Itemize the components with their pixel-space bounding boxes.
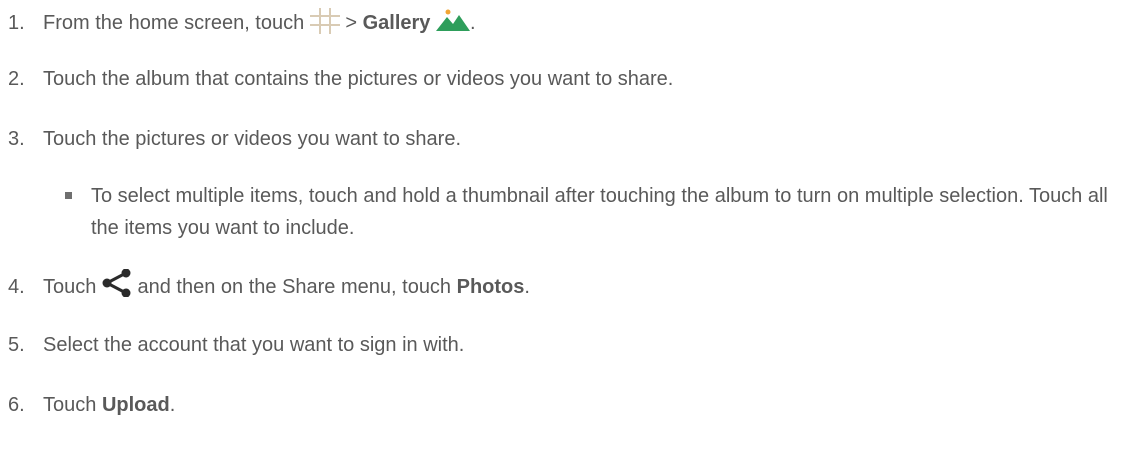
- step-text-end: .: [469, 12, 476, 34]
- step-number: 3.: [8, 128, 25, 150]
- step-3: 3. Touch the pictures or videos you want …: [8, 124, 461, 154]
- step-text: Touch the pictures or videos you want to…: [43, 128, 462, 150]
- step-5: 5. Select the account that you want to si…: [8, 330, 464, 360]
- apps-grid-icon: [309, 7, 340, 34]
- step-4: 4. Touch and then on the Share menu, touc…: [8, 268, 530, 302]
- step-text-mid: and then on the Share menu, touch: [131, 276, 457, 298]
- step-number: 2.: [8, 68, 25, 90]
- bullet-icon: [65, 192, 72, 199]
- step-number: 5.: [8, 334, 25, 356]
- step-number: 1.: [8, 12, 25, 34]
- step-2: 2. Touch the album that contains the pict…: [8, 64, 673, 94]
- step-1: 1. From the home screen, touch > Gallery …: [8, 7, 476, 38]
- substep: To select multiple items, touch and hold…: [65, 180, 1135, 244]
- step-text-end: .: [524, 276, 530, 298]
- step-text: Touch: [43, 394, 102, 416]
- separator: >: [339, 12, 363, 34]
- step-text: From the home screen, touch: [43, 12, 310, 34]
- upload-label: Upload: [101, 394, 170, 416]
- step-text: Touch: [43, 276, 102, 298]
- substep-text: To select multiple items, touch and hold…: [91, 185, 1108, 239]
- gallery-label: Gallery: [362, 12, 431, 34]
- photos-label: Photos: [456, 276, 525, 298]
- share-icon: [102, 268, 132, 297]
- gallery-icon: [435, 7, 470, 33]
- step-text: Touch the album that contains the pictur…: [43, 68, 674, 90]
- step-number: 4.: [8, 276, 25, 298]
- step-number: 6.: [8, 394, 25, 416]
- step-6: 6. Touch Upload.: [8, 390, 175, 420]
- step-text-end: .: [169, 394, 176, 416]
- step-text: Select the account that you want to sign…: [43, 334, 465, 356]
